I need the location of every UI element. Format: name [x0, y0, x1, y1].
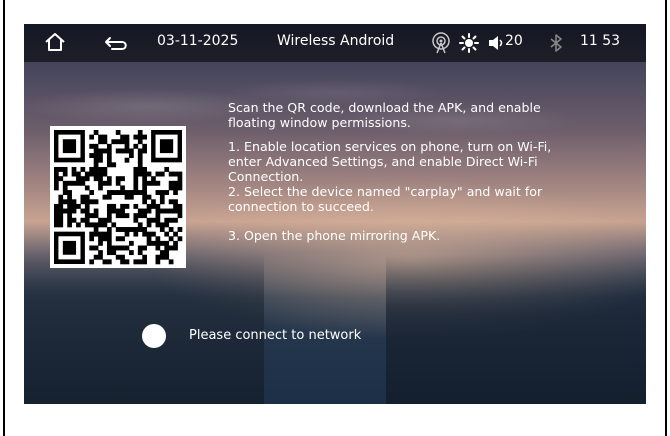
instruction-step-1: 1. Enable location services on phone, tu… — [228, 139, 552, 184]
connection-mode-title: Wireless Android — [277, 33, 395, 49]
back-icon[interactable] — [104, 34, 130, 56]
qr-code[interactable] — [50, 126, 186, 268]
rocks-right — [386, 254, 646, 404]
hotspot-icon — [430, 31, 452, 59]
instructions-intro: Scan the QR code, download the APK, and … — [228, 100, 541, 130]
bluetooth-icon — [549, 33, 563, 57]
instruction-step-3: 3. Open the phone mirroring APK. — [228, 228, 441, 243]
date-text: 03-11-2025 — [157, 33, 239, 49]
brightness-icon[interactable] — [459, 33, 479, 57]
status-bar: 03-11-2025 Wireless Android 20 11 53 — [24, 24, 646, 62]
volume-level: 20 — [505, 33, 523, 49]
carplay-screen: 03-11-2025 Wireless Android 20 11 53 Sca… — [24, 24, 646, 404]
volume-icon[interactable] — [487, 34, 505, 56]
connect-status-indicator[interactable] — [142, 324, 166, 348]
home-icon[interactable] — [44, 32, 66, 56]
instructions-panel: Scan the QR code, download the APK, and … — [228, 100, 588, 243]
instruction-step-2: 2. Select the device named "carplay" and… — [228, 184, 543, 214]
clock-text: 11 53 — [580, 33, 621, 49]
connect-status-text: Please connect to network — [189, 328, 362, 343]
